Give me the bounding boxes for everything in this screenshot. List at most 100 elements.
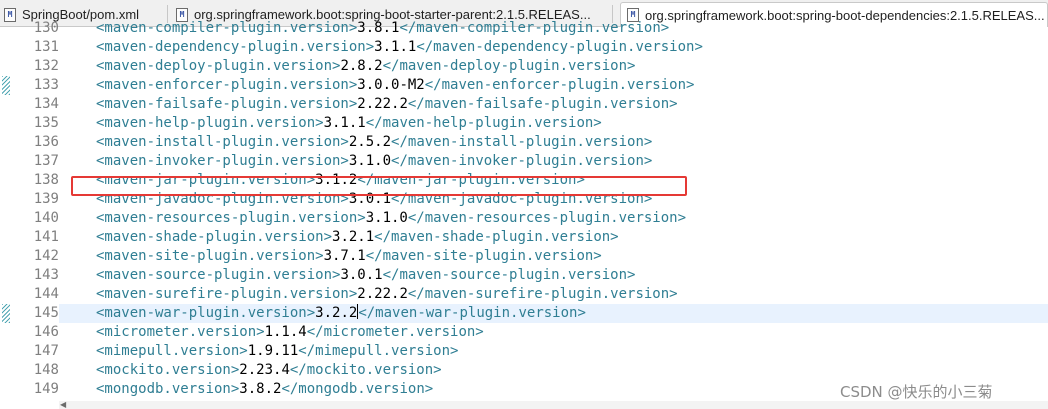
open-tag: <micrometer.version> (96, 324, 265, 340)
open-tag: <maven-install-plugin.version> (96, 134, 349, 150)
line-number: 138 (33, 172, 59, 188)
line-number: 137 (33, 153, 59, 169)
code-line-text: <maven-resources-plugin.version>3.1.0</m… (96, 209, 686, 228)
code-line[interactable]: <mimepull.version>1.9.11</mimepull.versi… (59, 342, 1048, 361)
line-number: 134 (33, 96, 59, 112)
code-line[interactable]: <maven-invoker-plugin.version>3.1.0</mav… (59, 152, 1048, 171)
line-number: 133 (33, 77, 59, 93)
close-tag: </maven-deploy-plugin.version> (382, 58, 636, 74)
line-number: 132 (33, 58, 59, 74)
tag-value: 2.22.2 (357, 96, 408, 112)
line-number: 145 (33, 305, 59, 321)
close-tag: </mongodb.version> (281, 381, 434, 397)
close-tag: </maven-help-plugin.version> (365, 115, 602, 131)
code-line[interactable]: <maven-deploy-plugin.version>2.8.2</mave… (59, 57, 1048, 76)
horizontal-scrollbar[interactable] (59, 401, 1048, 409)
line-number: 139 (33, 191, 59, 207)
open-tag: <maven-source-plugin.version> (96, 267, 341, 283)
tag-value: 2.5.2 (348, 134, 392, 150)
code-line[interactable]: <micrometer.version>1.1.4</micrometer.ve… (59, 323, 1048, 342)
tag-value: 2.22.2 (357, 286, 408, 302)
code-line[interactable]: <maven-shade-plugin.version>3.2.1</maven… (59, 228, 1048, 247)
highlight-box (71, 176, 687, 196)
code-line[interactable]: <maven-compiler-plugin.version>3.8.1</ma… (59, 19, 1048, 38)
line-number: 144 (33, 286, 59, 302)
close-tag: </mimepull.version> (298, 343, 459, 359)
code-line-text: <maven-dependency-plugin.version>3.1.1</… (96, 38, 703, 57)
open-tag: <mongodb.version> (96, 381, 240, 397)
close-tag: </maven-dependency-plugin.version> (416, 39, 703, 55)
tag-value: 3.2.2 (315, 305, 358, 321)
code-line-text: <micrometer.version>1.1.4</micrometer.ve… (96, 323, 484, 342)
open-tag: <maven-surefire-plugin.version> (96, 286, 358, 302)
change-marker (2, 304, 10, 323)
code-line-text: <maven-deploy-plugin.version>2.8.2</mave… (96, 57, 635, 76)
tag-value: 3.2.1 (332, 229, 375, 245)
tag-value: 3.0.1 (340, 267, 383, 283)
scroll-left-arrow-icon[interactable]: ◀ (60, 401, 66, 409)
code-area[interactable]: <maven-compiler-plugin.version>3.8.1 </ma… (59, 20, 1048, 409)
code-line[interactable]: <mockito.version>2.23.4</mockito.version… (59, 361, 1048, 380)
code-line[interactable]: <maven-help-plugin.version>3.1.1</maven-… (59, 114, 1048, 133)
close-tag: </maven-enforcer-plugin.version> (424, 77, 695, 93)
open-tag: <maven-resources-plugin.version> (96, 210, 366, 226)
code-line-text: <maven-site-plugin.version>3.7.1</maven-… (96, 247, 602, 266)
code-line[interactable]: <maven-install-plugin.version>2.5.2</mav… (59, 133, 1048, 152)
close-tag: </maven-surefire-plugin.version> (407, 286, 678, 302)
code-line-text: <maven-war-plugin.version>3.2.2</maven-w… (96, 304, 586, 323)
xml-editor[interactable]: 130 131 132 133 134 135 136 137 138 139 140 141 142 1… (0, 20, 1048, 409)
line-number: 146 (33, 324, 59, 340)
tag-value: 1.1.4 (264, 324, 307, 340)
close-tag: </maven-war-plugin.version> (358, 305, 586, 321)
open-tag: <maven-dependency-plugin.version> (96, 39, 375, 55)
code-line[interactable]: <maven-source-plugin.version>3.0.1</mave… (59, 266, 1048, 285)
code-line[interactable]: <maven-resources-plugin.version>3.1.0</m… (59, 209, 1048, 228)
line-number-gutter: 130 131 132 133 134 135 136 137 138 139 140 141 142 1… (13, 20, 59, 409)
tag-value: 2.23.4 (239, 362, 290, 378)
close-tag: </maven-site-plugin.version> (365, 248, 602, 264)
tag-value: 1.9.11 (247, 343, 299, 359)
line-number: 136 (33, 134, 59, 150)
code-line-text: <maven-compiler-plugin.version>3.8.1</ma… (96, 19, 669, 38)
watermark: CSDN @快乐的小三菊 (840, 383, 993, 401)
tag-value: 3.7.1 (323, 248, 366, 264)
tag-value: 3.1.0 (365, 210, 408, 226)
open-tag: <maven-compiler-plugin.version> (96, 20, 358, 36)
close-tag: </maven-failsafe-plugin.version> (407, 96, 678, 112)
open-tag: <maven-invoker-plugin.version> (96, 153, 349, 169)
tag-value: 3.8.1 (357, 20, 400, 36)
close-tag: </maven-invoker-plugin.version> (391, 153, 653, 169)
line-number: 141 (33, 229, 59, 245)
code-line-text: <maven-enforcer-plugin.version>3.0.0-M2<… (96, 76, 694, 95)
tag-value: 2.8.2 (340, 58, 383, 74)
code-line-text: <mockito.version>2.23.4</mockito.version… (96, 361, 442, 380)
tag-value: 3.1.0 (348, 153, 392, 169)
change-marker (2, 76, 10, 95)
code-line[interactable]: <maven-failsafe-plugin.version>2.22.2</m… (59, 95, 1048, 114)
line-number: 148 (33, 362, 59, 378)
tag-value: 3.1.1 (323, 115, 366, 131)
close-tag: </maven-source-plugin.version> (382, 267, 636, 283)
open-tag: <maven-help-plugin.version> (96, 115, 324, 131)
code-line-text: <mongodb.version>3.8.2</mongodb.version> (96, 380, 433, 399)
close-tag: </micrometer.version> (306, 324, 484, 340)
code-line[interactable]: <maven-enforcer-plugin.version>3.0.0-M2<… (59, 76, 1048, 95)
line-number: 131 (33, 39, 59, 55)
line-number: 147 (33, 343, 59, 359)
code-line-text: <mimepull.version>1.9.11</mimepull.versi… (96, 342, 458, 361)
tag-value: 3.0.0-M2 (357, 77, 425, 93)
code-line[interactable]: <maven-dependency-plugin.version>3.1.1</… (59, 38, 1048, 57)
line-number: 142 (33, 248, 59, 264)
code-line-text: <maven-invoker-plugin.version>3.1.0</mav… (96, 152, 652, 171)
code-line[interactable]: <maven-site-plugin.version>3.7.1</maven-… (59, 247, 1048, 266)
overview-ruler (0, 27, 13, 409)
line-number: 140 (33, 210, 59, 226)
code-line-text: <maven-shade-plugin.version>3.2.1</maven… (96, 228, 619, 247)
code-line-text: <maven-help-plugin.version>3.1.1</maven-… (96, 114, 602, 133)
code-line[interactable]: <maven-surefire-plugin.version>2.22.2</m… (59, 285, 1048, 304)
open-tag: <mimepull.version> (96, 343, 248, 359)
code-line-text: <maven-source-plugin.version>3.0.1</mave… (96, 266, 635, 285)
code-line[interactable]: <maven-war-plugin.version>3.2.2</maven-w… (59, 304, 1048, 323)
code-line-text: <maven-surefire-plugin.version>2.22.2</m… (96, 285, 678, 304)
tag-value: 3.8.2 (239, 381, 282, 397)
